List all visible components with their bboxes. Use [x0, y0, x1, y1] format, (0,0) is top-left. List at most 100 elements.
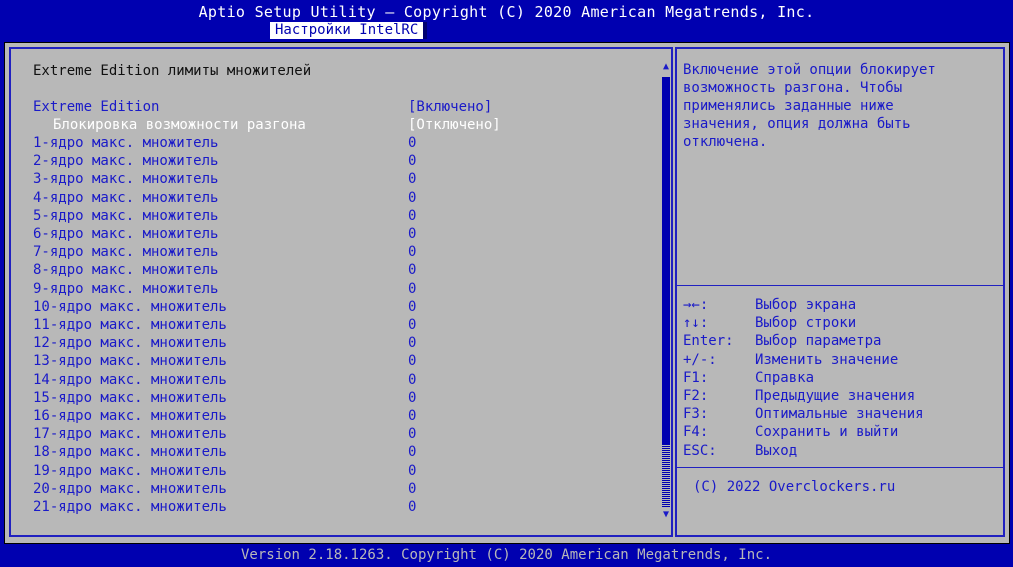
key-description: Выбор экрана: [755, 297, 857, 313]
setting-label: 21-ядро макс. множитель: [33, 499, 227, 515]
setting-core-multiplier[interactable]: 7-ядро макс. множитель 0: [33, 244, 653, 262]
setting-label: 10-ядро макс. множитель: [33, 298, 227, 315]
setting-extreme-edition[interactable]: Extreme Edition [Включено]: [33, 99, 653, 117]
setting-core-multiplier[interactable]: 1-ядро макс. множитель 0: [33, 135, 653, 153]
setting-label: Блокировка возможности разгона: [53, 117, 306, 133]
setting-value[interactable]: 0: [408, 335, 416, 351]
setting-core-multiplier[interactable]: 18-ядро макс. множитель 0: [33, 444, 653, 462]
key-name: F1:: [683, 369, 709, 386]
setting-label: Extreme Edition: [33, 99, 160, 115]
setting-core-multiplier[interactable]: 5-ядро макс. множитель 0: [33, 208, 653, 226]
setting-value[interactable]: 0: [408, 226, 416, 242]
setting-value[interactable]: 0: [408, 299, 416, 315]
key-name: →←:: [683, 297, 709, 313]
key-description: Предыдущие значения: [755, 388, 916, 404]
key-description: Сохранить и выйти: [755, 424, 899, 441]
key-name: Enter:: [683, 333, 734, 350]
setting-label: 1-ядро макс. множитель: [33, 135, 219, 151]
setting-core-multiplier[interactable]: 21-ядро макс. множитель 0: [33, 499, 653, 517]
setting-label: 6-ядро макс. множитель: [33, 226, 219, 242]
setting-core-multiplier[interactable]: 19-ядро макс. множитель 0: [33, 463, 653, 481]
setting-label: 11-ядро макс. множитель: [33, 317, 227, 333]
setting-core-multiplier[interactable]: 6-ядро макс. множитель 0: [33, 226, 653, 244]
setting-core-multiplier[interactable]: 13-ядро макс. множитель 0: [33, 353, 653, 371]
setting-label: 5-ядро макс. множитель: [33, 207, 219, 224]
key-name: F3:: [683, 406, 709, 423]
setting-label: 15-ядро макс. множитель: [33, 389, 227, 406]
setting-value[interactable]: 0: [408, 262, 416, 278]
setting-value[interactable]: 0: [408, 499, 416, 515]
setting-label: 16-ядро макс. множитель: [33, 408, 227, 424]
key-description: Изменить значение: [755, 351, 899, 368]
setting-value[interactable]: 0: [408, 171, 416, 187]
setting-core-multiplier[interactable]: 15-ядро макс. множитель 0: [33, 390, 653, 408]
app-title: Aptio Setup Utility – Copyright (C) 2020…: [198, 3, 815, 21]
setting-value[interactable]: 0: [408, 135, 416, 151]
setting-label: 13-ядро макс. множитель: [33, 353, 227, 370]
setting-core-multiplier[interactable]: 17-ядро макс. множитель 0: [33, 426, 653, 444]
key-name: F4:: [683, 424, 709, 441]
key-description: Выбор строки: [755, 315, 857, 332]
settings-panel: Extreme Edition лимиты множителей Extrem…: [9, 47, 673, 537]
help-panel: Включение этой опции блокирует возможнос…: [675, 47, 1005, 537]
setting-value[interactable]: 0: [408, 190, 416, 206]
setting-core-multiplier[interactable]: 2-ядро макс. множитель 0: [33, 153, 653, 171]
key-description: Выбор параметра: [755, 333, 882, 350]
setting-label: 19-ядро макс. множитель: [33, 462, 227, 479]
setting-core-multiplier[interactable]: 12-ядро макс. множитель 0: [33, 335, 653, 353]
setting-label: 2-ядро макс. множитель: [33, 153, 219, 170]
setting-label: 12-ядро макс. множитель: [33, 335, 227, 352]
section-heading: Extreme Edition лимиты множителей: [33, 63, 312, 79]
setting-core-multiplier[interactable]: 14-ядро макс. множитель 0: [33, 372, 653, 390]
setting-label: 14-ядро макс. множитель: [33, 371, 227, 388]
setting-value[interactable]: [Отключено]: [408, 117, 501, 133]
setting-core-multiplier[interactable]: 8-ядро макс. множитель 0: [33, 262, 653, 280]
setting-value[interactable]: 0: [408, 481, 416, 497]
setting-core-multiplier[interactable]: 4-ядро макс. множитель 0: [33, 190, 653, 208]
setting-label: 4-ядро макс. множитель: [33, 189, 219, 206]
setting-value[interactable]: 0: [408, 408, 416, 424]
bottom-bar: Version 2.18.1263. Copyright (C) 2020 Am…: [0, 544, 1013, 567]
setting-value[interactable]: 0: [408, 153, 416, 169]
setting-core-multiplier[interactable]: 20-ядро макс. множитель 0: [33, 481, 653, 499]
version-text: Version 2.18.1263. Copyright (C) 2020 Am…: [240, 547, 772, 563]
scroll-track[interactable]: [662, 77, 670, 507]
scroll-thumb[interactable]: [662, 77, 670, 445]
setting-value[interactable]: 0: [408, 390, 416, 406]
tab-intelrc-settings[interactable]: Настройки IntelRC: [270, 22, 428, 39]
setting-core-multiplier[interactable]: 10-ядро макс. множитель 0: [33, 299, 653, 317]
setting-value[interactable]: 0: [408, 426, 416, 442]
setting-label: 8-ядро макс. множитель: [33, 262, 219, 279]
setting-value[interactable]: 0: [408, 353, 416, 369]
help-description: Включение этой опции блокирует возможнос…: [683, 62, 936, 150]
setting-value[interactable]: 0: [408, 208, 416, 224]
key-description: Справка: [755, 369, 815, 386]
top-bar: Aptio Setup Utility – Copyright (C) 2020…: [0, 0, 1013, 42]
scroll-track-rest: [662, 445, 670, 507]
setting-value[interactable]: [Включено]: [408, 99, 492, 115]
setting-label: 18-ядро макс. множитель: [33, 444, 227, 461]
scroll-up-icon[interactable]: ▲: [660, 61, 672, 73]
setting-value[interactable]: 0: [408, 244, 416, 260]
setting-value[interactable]: 0: [408, 444, 416, 460]
setting-core-multiplier[interactable]: 11-ядро макс. множитель 0: [33, 317, 653, 335]
side-copyright: (C) 2022 Overclockers.ru: [693, 479, 896, 495]
setting-value[interactable]: 0: [408, 463, 416, 479]
setting-value[interactable]: 0: [408, 281, 416, 297]
setting-core-multiplier[interactable]: 3-ядро макс. множитель 0: [33, 171, 653, 189]
setting-overclock-lock[interactable]: Блокировка возможности разгона [Отключен…: [33, 117, 653, 135]
setting-label: 9-ядро макс. множитель: [33, 280, 219, 297]
scrollbar[interactable]: ▲ ▼: [660, 61, 672, 521]
key-name: ESC:: [683, 442, 717, 459]
setting-core-multiplier[interactable]: 16-ядро макс. множитель 0: [33, 408, 653, 426]
setting-value[interactable]: 0: [408, 317, 416, 333]
setting-label: 17-ядро макс. множитель: [33, 426, 227, 443]
key-description: Выход: [755, 442, 798, 459]
setting-label: 3-ядро макс. множитель: [33, 171, 219, 188]
setting-core-multiplier[interactable]: 9-ядро макс. множитель 0: [33, 281, 653, 299]
scroll-down-icon[interactable]: ▼: [660, 509, 672, 521]
key-name: +/-:: [683, 351, 717, 368]
setting-label: 7-ядро макс. множитель: [33, 244, 219, 261]
setting-value[interactable]: 0: [408, 372, 416, 388]
divider: [677, 467, 1003, 468]
